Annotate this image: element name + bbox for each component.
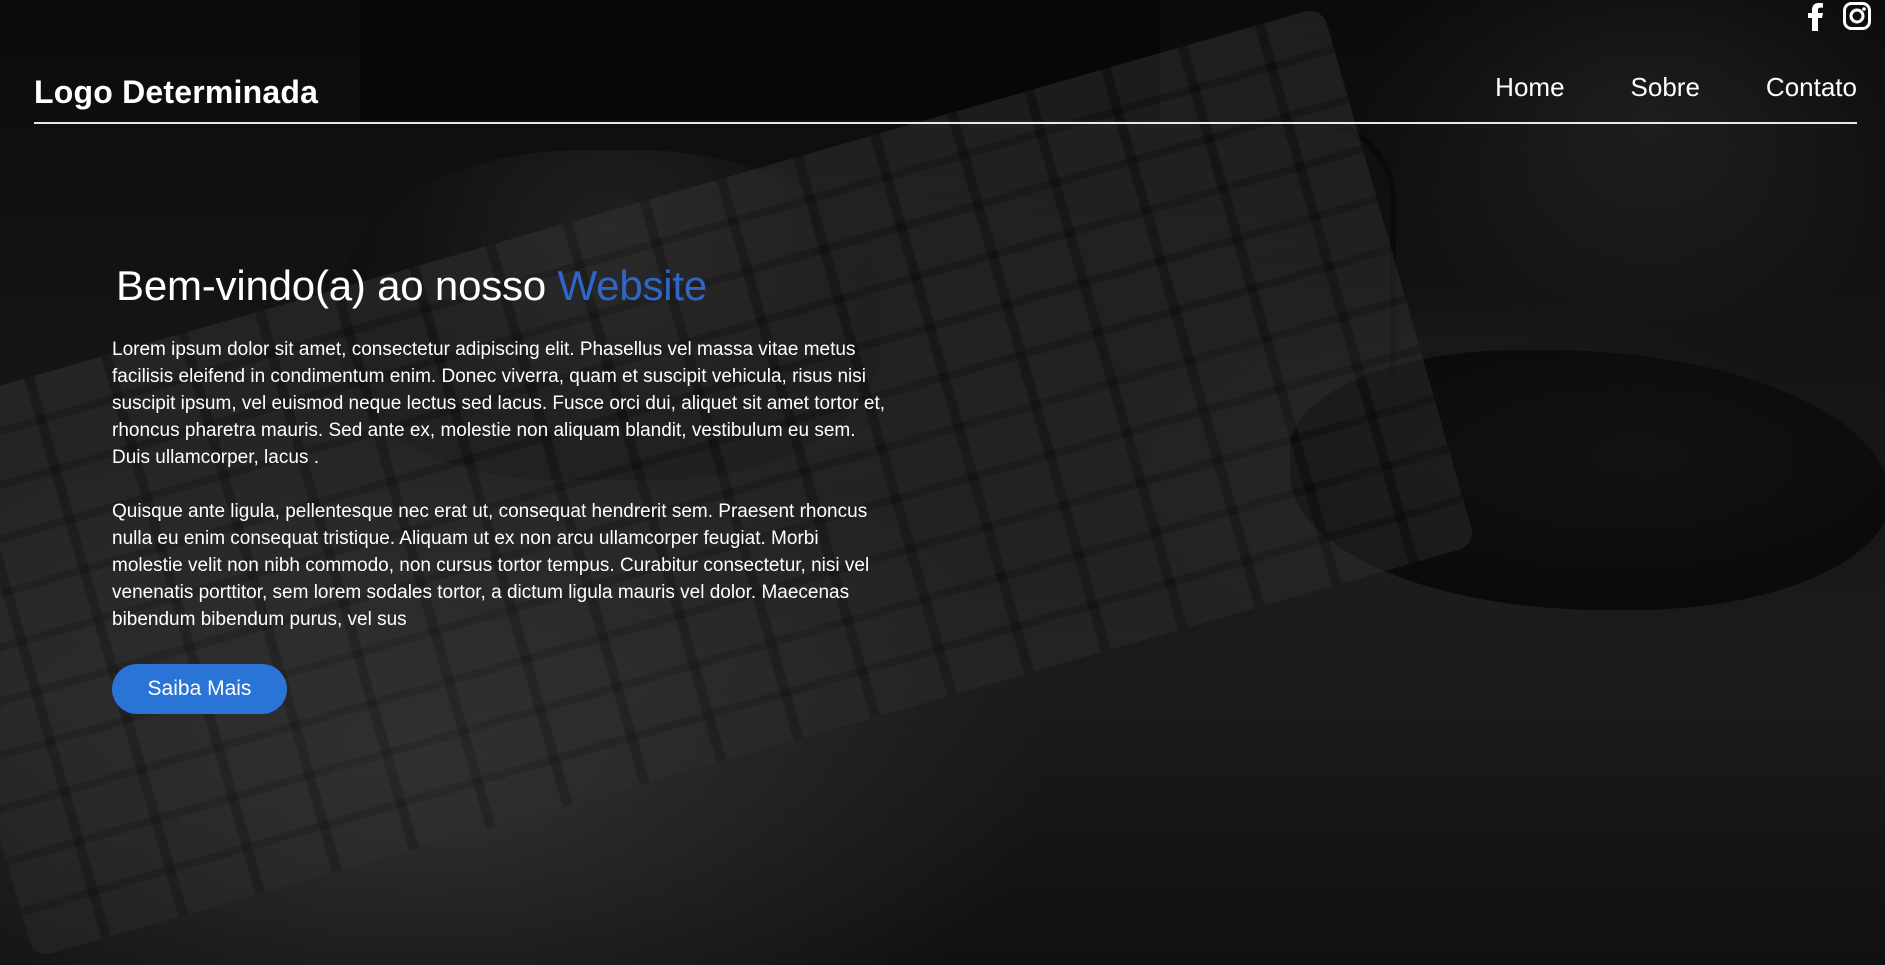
main-nav: Home Sobre Contato [1495, 72, 1857, 103]
hero-paragraph-1: Lorem ipsum dolor sit amet, consectetur … [112, 339, 886, 468]
header-divider [34, 122, 1857, 124]
nav-sobre[interactable]: Sobre [1631, 72, 1700, 103]
hero-title-prefix: Bem-vindo(a) ao nosso [116, 262, 558, 309]
facebook-icon [1808, 3, 1823, 31]
saiba-mais-button[interactable]: Saiba Mais [112, 664, 287, 714]
hero-paragraph-2: Quisque ante ligula, pellentesque nec er… [112, 501, 870, 630]
site-logo[interactable]: Logo Determinada [34, 74, 318, 111]
facebook-link[interactable] [1799, 0, 1831, 32]
hero-title-accent: Website [557, 262, 708, 309]
instagram-link[interactable] [1841, 0, 1873, 32]
site-header: Logo Determinada Home Sobre Contato [34, 64, 1857, 124]
hero-section: Bem-vindo(a) ao nosso Website Lorem ipsu… [112, 262, 892, 714]
nav-contato[interactable]: Contato [1766, 72, 1857, 103]
hero-title: Bem-vindo(a) ao nosso Website [116, 262, 892, 310]
social-icons [1799, 0, 1873, 34]
instagram-icon [1843, 2, 1871, 30]
landing-page: Logo Determinada Home Sobre Contato Bem-… [0, 0, 1885, 965]
nav-home[interactable]: Home [1495, 72, 1564, 103]
